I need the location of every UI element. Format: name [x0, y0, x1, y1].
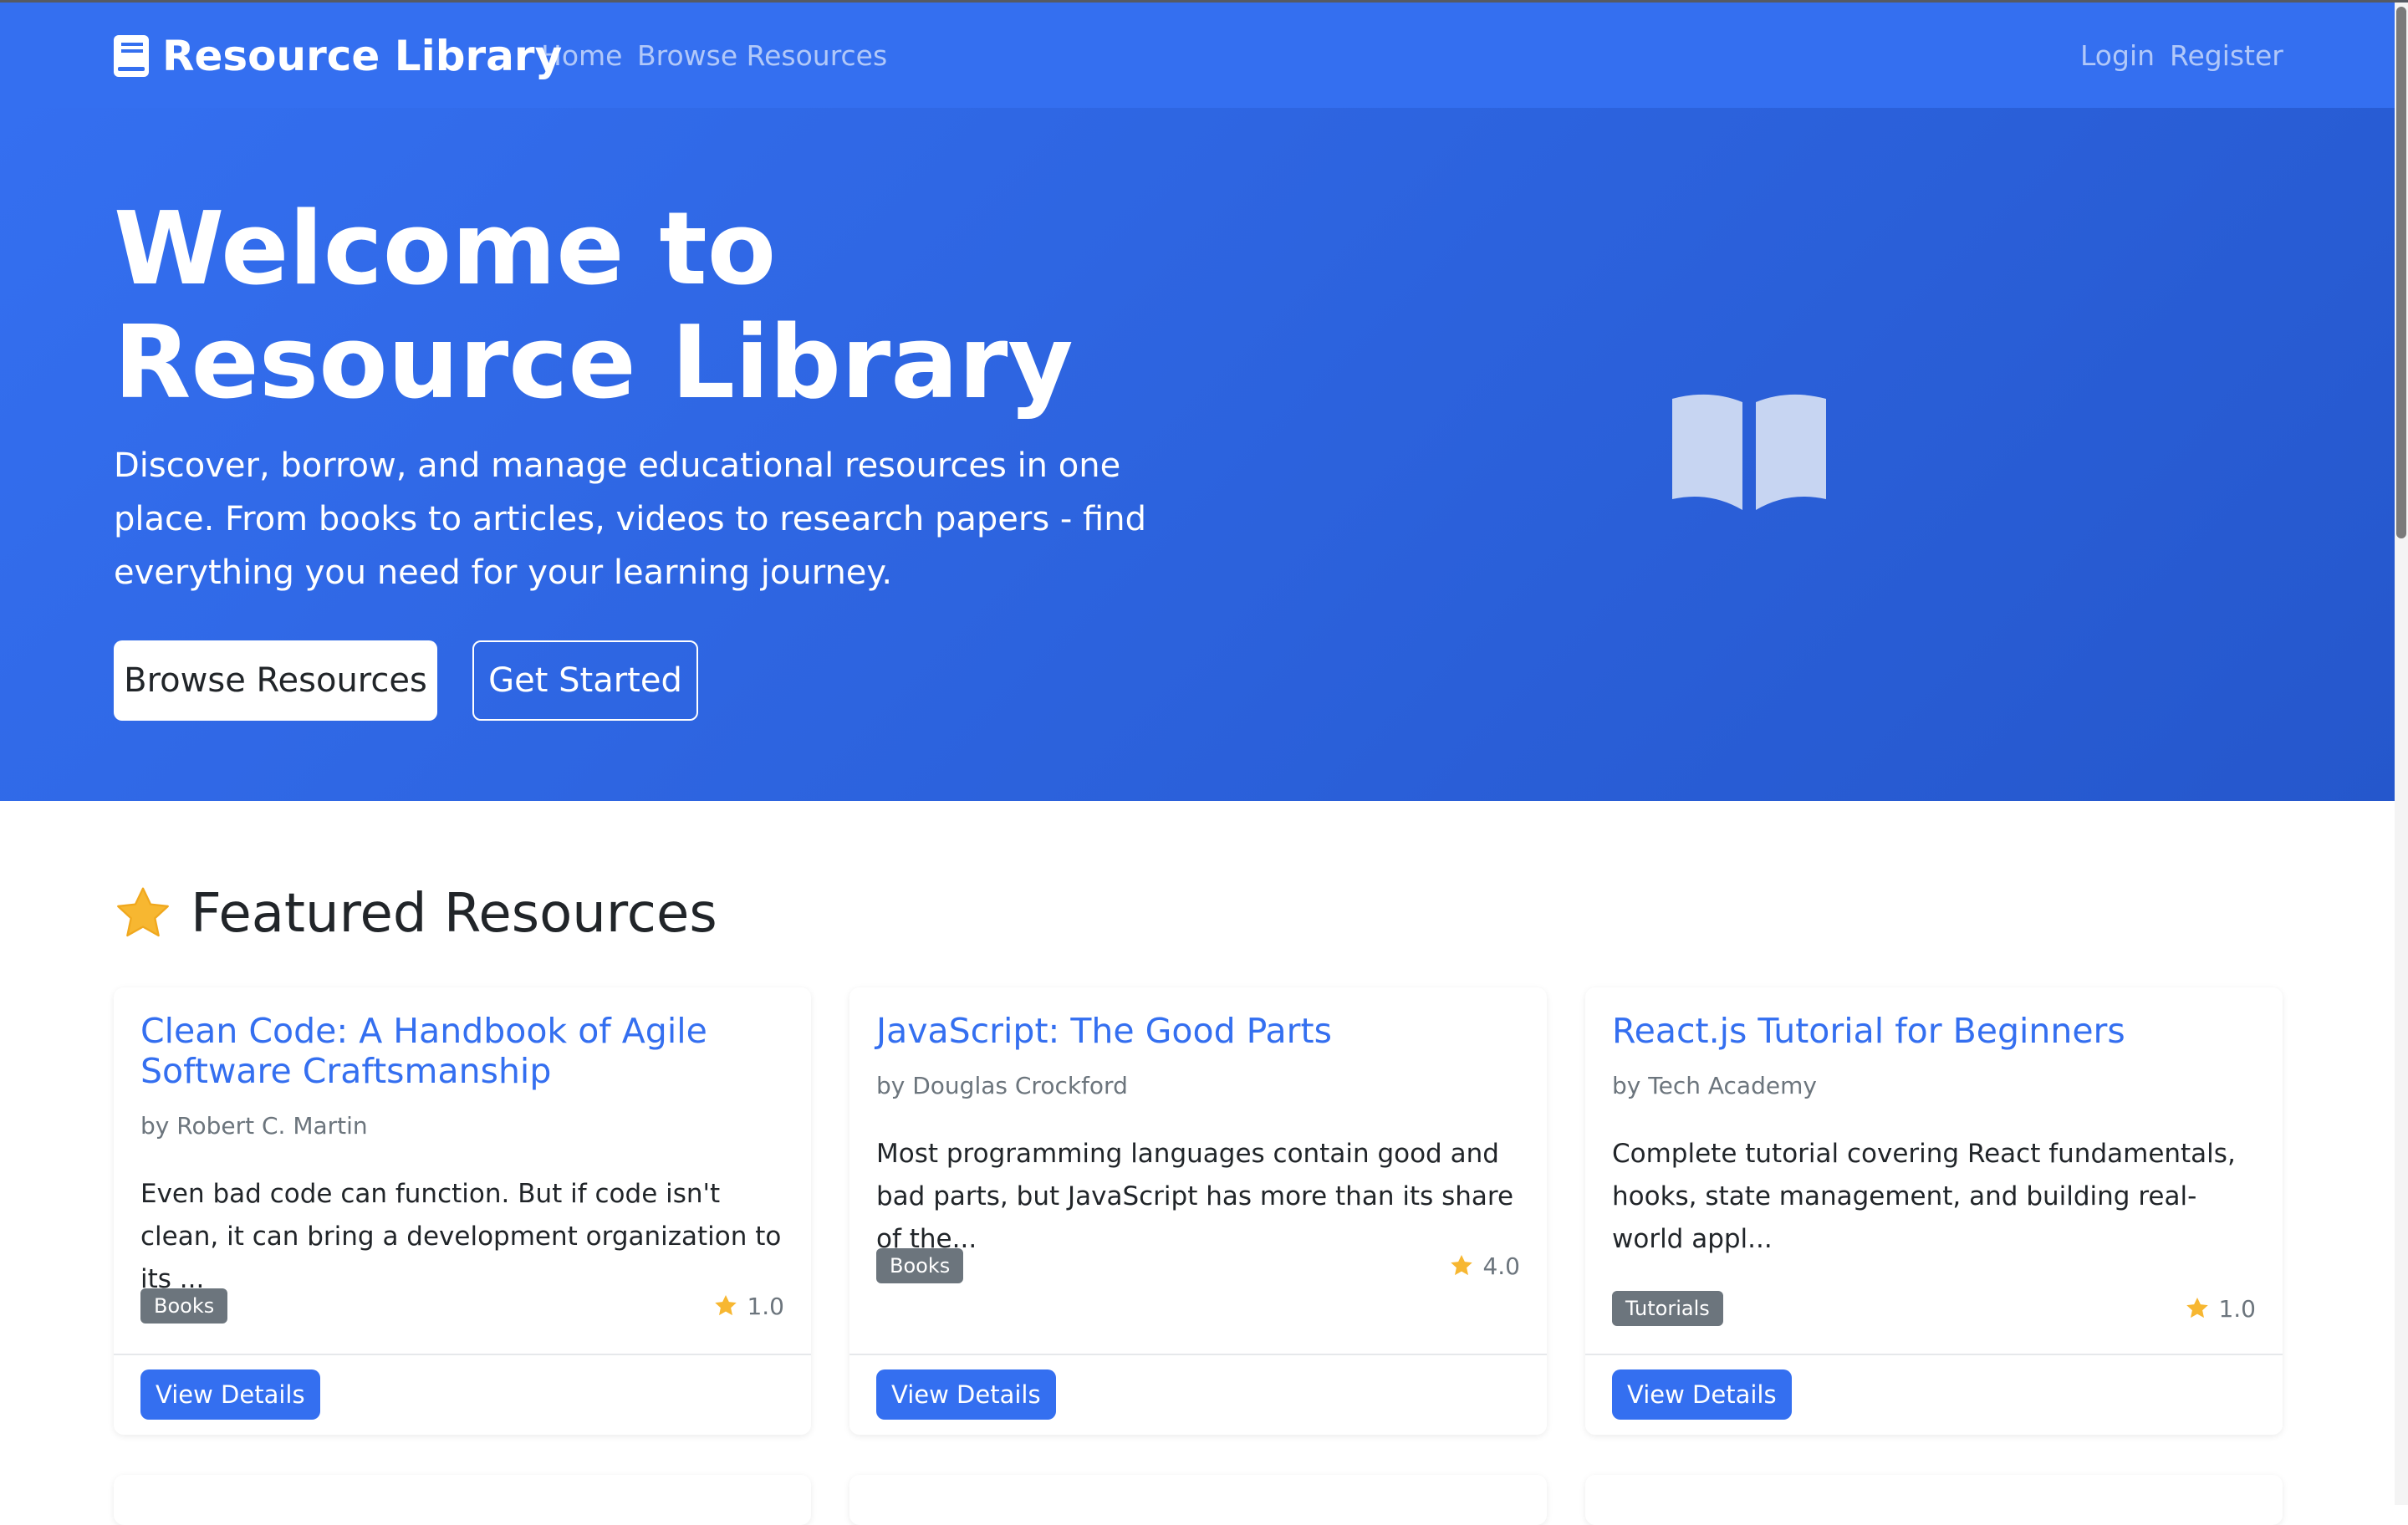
- view-details-button[interactable]: View Details: [140, 1369, 320, 1420]
- rating: 1.0: [2185, 1291, 2256, 1326]
- resource-card: JavaScript: The Good Parts by Douglas Cr…: [849, 987, 1547, 1435]
- nav-link-login[interactable]: Login: [2080, 38, 2155, 74]
- get-started-button[interactable]: Get Started: [472, 640, 698, 721]
- resource-description: Complete tutorial covering React fundame…: [1612, 1139, 2236, 1254]
- rating: 4.0: [1449, 1248, 1520, 1283]
- resource-description: Most programming languages contain good …: [876, 1139, 1514, 1254]
- hero-section: Welcome to Resource Library Discover, bo…: [0, 108, 2395, 801]
- star-icon: [117, 887, 169, 937]
- brand-link[interactable]: Resource Library: [114, 32, 563, 80]
- rating: 1.0: [713, 1288, 784, 1324]
- resource-card: Clean Code: A Handbook of Agile Software…: [114, 987, 811, 1435]
- star-icon: [1451, 1255, 1473, 1276]
- resource-card: React.js Tutorial for Beginners by Tech …: [1585, 987, 2283, 1435]
- nav-link-home[interactable]: Home: [541, 38, 622, 74]
- star-icon: [715, 1295, 737, 1316]
- hero-title: Welcome to Resource Library: [114, 191, 1074, 421]
- resource-card-partial: [1585, 1475, 2283, 1525]
- brand-label: Resource Library: [162, 32, 563, 80]
- hero-subtitle: Discover, borrow, and manage educational…: [114, 446, 1146, 592]
- rating-value: 1.0: [2218, 1294, 2256, 1323]
- resource-title-link[interactable]: Clean Code: A Handbook of Agile Software…: [140, 1011, 784, 1091]
- featured-heading: Featured Resources: [114, 882, 717, 946]
- nav-link-browse-resources[interactable]: Browse Resources: [637, 38, 887, 74]
- category-badge: Tutorials: [1612, 1291, 1723, 1326]
- resource-card-partial: [114, 1475, 811, 1525]
- star-icon: [2186, 1298, 2209, 1318]
- resource-card-partial: [849, 1475, 1547, 1525]
- resource-author: by Robert C. Martin: [140, 1112, 368, 1140]
- browse-resources-button[interactable]: Browse Resources: [114, 640, 437, 721]
- category-badge: Books: [876, 1248, 964, 1283]
- resource-title-link[interactable]: React.js Tutorial for Beginners: [1612, 1011, 2256, 1051]
- view-details-button[interactable]: View Details: [876, 1369, 1056, 1420]
- category-badge: Books: [140, 1288, 228, 1324]
- scrollbar-thumb[interactable]: [2396, 7, 2406, 538]
- navbar: Resource Library Home Browse Resources L…: [0, 3, 2395, 108]
- resource-title-link[interactable]: JavaScript: The Good Parts: [876, 1011, 1520, 1051]
- resource-description: Even bad code can function. But if code …: [140, 1179, 782, 1294]
- book-icon: [114, 35, 149, 77]
- view-details-button[interactable]: View Details: [1612, 1369, 1792, 1420]
- resource-author: by Douglas Crockford: [876, 1072, 1128, 1099]
- featured-heading-label: Featured Resources: [191, 883, 717, 945]
- resource-author: by Tech Academy: [1612, 1072, 1817, 1099]
- rating-value: 1.0: [747, 1292, 784, 1320]
- nav-link-register[interactable]: Register: [2170, 38, 2283, 74]
- rating-value: 4.0: [1482, 1252, 1520, 1280]
- open-book-icon: [1672, 394, 1826, 510]
